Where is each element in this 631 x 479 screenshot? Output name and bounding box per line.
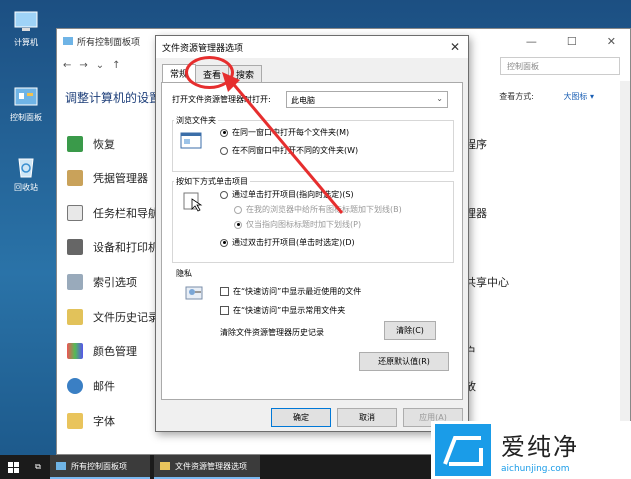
underline-hover-option[interactable]: 仅当指向图标标题时加下划线(P) [234,219,361,230]
double-click-option[interactable]: 通过双击打开项目(单击时选定)(D) [220,237,355,248]
indexing-icon [67,274,83,290]
control-panel-title: 所有控制面板项 [77,37,141,48]
cp-item-fonts[interactable]: 字体 [67,413,115,429]
radio-selected[interactable] [220,238,228,247]
file-history-icon [67,309,83,325]
chevron-down-icon: ⌄ [436,94,443,103]
radio-disabled[interactable] [234,205,242,214]
control-panel-app-icon [63,37,73,45]
cp-item-recovery[interactable]: 恢复 [67,136,115,152]
task-view-icon[interactable]: ⧉ [26,455,50,479]
folder-window-icon [180,131,202,151]
pointer-hand-icon [182,191,204,212]
annotation-ellipse [185,56,234,89]
radio-unselected[interactable] [220,146,228,155]
search-input[interactable]: 控制面板 [500,57,620,75]
cp-item-taskbar[interactable]: 任务栏和导航 [67,205,159,221]
chevron-down-icon[interactable]: ⌄ [96,60,104,71]
minimize-icon[interactable]: — [526,35,537,48]
show-recent-files-checkbox[interactable]: 在“快速访问”中显示最近使用的文件 [220,286,361,297]
close-icon[interactable]: ✕ [450,40,468,54]
cp-item-mail[interactable]: 邮件 [67,378,115,394]
close-icon[interactable]: ✕ [607,35,616,48]
mail-icon [67,378,83,394]
watermark-logo-icon [435,424,491,476]
page-title: 调整计算机的设置 [65,91,162,105]
browse-folders-label: 浏览文件夹 [174,115,218,126]
maximize-icon[interactable]: ☐ [567,35,577,48]
watermark: 爱纯净 aichunjing.com [431,421,631,479]
privacy-icon [184,283,206,303]
open-to-label: 打开文件资源管理器时打开: [172,95,271,104]
single-click-option[interactable]: 通过单击打开项目(指向时选定)(S) [220,189,354,200]
recovery-icon [67,136,83,152]
ok-button[interactable]: 确定 [271,408,331,427]
forward-arrow-icon[interactable]: → [79,60,87,71]
dialog-title: 文件资源管理器选项 [162,43,244,54]
printer-icon [67,239,83,255]
cp-item-color-management[interactable]: 颜色管理 [67,343,137,359]
cp-item-right-sharing-center[interactable]: 共享中心 [465,274,509,290]
desktop-icon-recycle-bin[interactable]: 回收站 [4,155,48,193]
click-items-label: 按如下方式单击项目 [174,176,250,187]
folder-icon [160,462,170,470]
desktop-icon-computer[interactable]: 计算机 [4,10,48,48]
checkbox[interactable] [220,306,229,315]
computer-icon [13,10,39,34]
control-panel-icon [56,462,66,470]
show-frequent-folders-checkbox[interactable]: 在“快速访问”中显示常用文件夹 [220,305,345,316]
start-button[interactable] [0,455,26,479]
open-to-select[interactable]: 此电脑 ⌄ [286,91,448,108]
restore-defaults-button[interactable]: 还原默认值(R) [359,352,449,371]
radio-selected[interactable] [220,128,228,137]
cp-item-file-history[interactable]: 文件历史记录 [67,309,159,325]
up-arrow-icon[interactable]: ↑ [112,60,120,71]
color-management-icon [67,343,83,359]
browse-same-window-option[interactable]: 在同一窗口中打开每个文件夹(M) [220,127,349,138]
recycle-bin-icon [13,155,39,179]
clear-button[interactable]: 清除(C) [384,321,436,340]
windows-logo-icon [7,461,19,473]
fonts-icon [67,413,83,429]
dialog-titlebar[interactable]: 文件资源管理器选项 ✕ [156,36,468,58]
taskbar-item-folder-options[interactable]: 文件资源管理器选项 [154,455,260,479]
browse-new-window-option[interactable]: 在不同窗口中打开不同的文件夹(W) [220,145,358,156]
privacy-label: 隐私 [176,269,192,278]
view-mode-select[interactable]: 大图标 ▾ [563,91,594,102]
clear-history-label: 清除文件资源管理器历史记录 [220,328,324,337]
cp-item-credential-manager[interactable]: 凭据管理器 [67,170,148,186]
view-mode-label: 查看方式: [499,92,534,101]
desktop-icon-control-panel[interactable]: 控制面板 [4,85,48,123]
watermark-name: 爱纯净 [501,432,579,461]
credential-icon [67,170,83,186]
cp-item-devices-printers[interactable]: 设备和打印机 [67,239,159,255]
cp-item-indexing[interactable]: 索引选项 [67,274,137,290]
radio-unselected[interactable] [220,190,228,199]
watermark-url: aichunjing.com [501,463,570,474]
control-panel-icon [13,85,39,109]
underline-browser-option[interactable]: 在我的浏览器中给所有图标标题加下划线(B) [234,204,402,215]
general-tab-panel: 打开文件资源管理器时打开: 此电脑 ⌄ 浏览文件夹 在同一窗口中打开每个文件夹(M… [161,82,463,400]
checkbox[interactable] [220,287,229,296]
cancel-button[interactable]: 取消 [337,408,397,427]
back-arrow-icon[interactable]: ← [63,60,71,71]
taskbar-icon [67,205,83,221]
taskbar-item-control-panel[interactable]: 所有控制面板项 [50,455,150,479]
folder-options-dialog: 文件资源管理器选项 ✕ 常规 查看 搜索 打开文件资源管理器时打开: 此电脑 ⌄ … [155,35,469,432]
radio-disabled-selected[interactable] [234,220,242,229]
scrollbar[interactable] [620,81,630,455]
